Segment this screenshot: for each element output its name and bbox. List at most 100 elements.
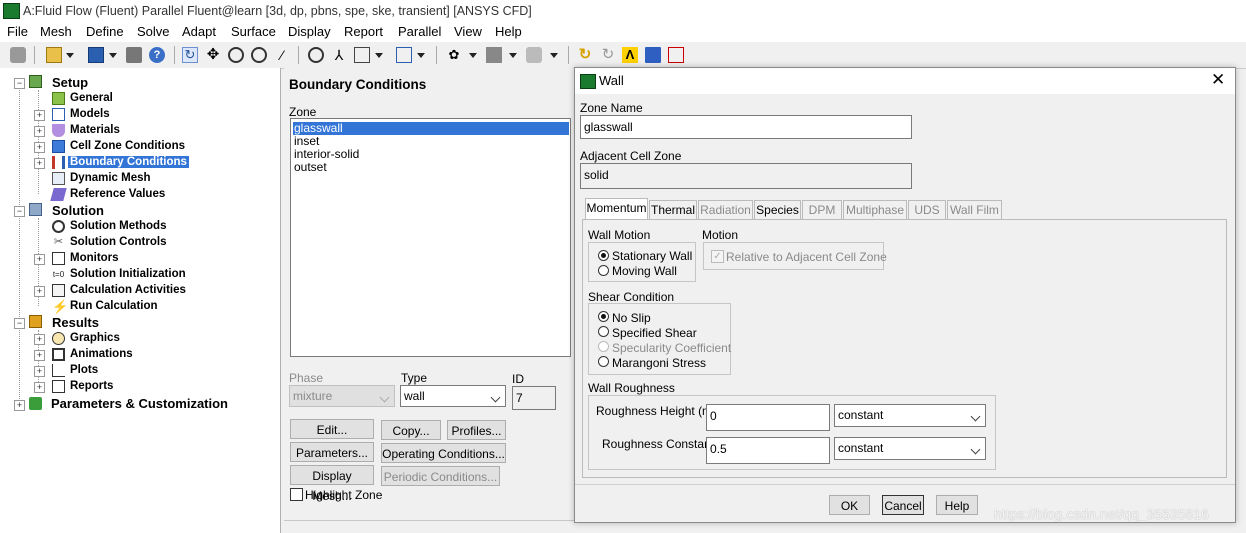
render-cube-icon[interactable] <box>526 47 542 63</box>
open-folder-icon[interactable] <box>46 47 62 63</box>
zoom-in-icon[interactable] <box>228 47 244 63</box>
tree-reference-values[interactable]: Reference Values <box>70 188 165 200</box>
menu-mesh[interactable]: Mesh <box>40 24 72 39</box>
menu-display[interactable]: Display <box>288 24 331 39</box>
lights-icon[interactable]: ✿ <box>446 47 462 63</box>
tree-materials[interactable]: Materials <box>70 124 120 136</box>
tree-calculation-activities[interactable]: Calculation Activities <box>70 284 186 296</box>
zoom-fit-icon[interactable] <box>308 47 324 63</box>
roughness-constant-input[interactable]: 0.5 <box>706 437 830 464</box>
edit-button[interactable]: Edit... <box>290 419 374 439</box>
ansys-logo-icon[interactable]: Λ <box>622 47 638 63</box>
layout-icon[interactable] <box>354 47 370 63</box>
menu-solve[interactable]: Solve <box>137 24 170 39</box>
zone-list-item[interactable]: outset <box>294 161 327 174</box>
operating-conditions-button[interactable]: Operating Conditions... <box>381 443 506 463</box>
expand-toggle[interactable]: + <box>14 400 25 411</box>
tree-plots[interactable]: Plots <box>70 364 98 376</box>
menu-define[interactable]: Define <box>86 24 124 39</box>
camera-icon[interactable] <box>126 47 142 63</box>
chevron-down-icon[interactable] <box>550 53 558 58</box>
tree-solution-methods[interactable]: Solution Methods <box>70 220 166 232</box>
rotate-icon[interactable]: ↻ <box>182 47 198 63</box>
help-button[interactable]: Help <box>936 495 978 515</box>
mesh-icon[interactable] <box>10 47 26 63</box>
expand-toggle[interactable]: + <box>34 254 45 265</box>
menu-file[interactable]: File <box>7 24 28 39</box>
close-icon[interactable]: ✕ <box>1211 70 1225 90</box>
chevron-down-icon[interactable] <box>509 53 517 58</box>
expand-toggle[interactable]: + <box>34 286 45 297</box>
type-select[interactable]: wall <box>400 385 506 407</box>
moving-wall-radio[interactable] <box>598 265 609 276</box>
tree-run-calculation[interactable]: Run Calculation <box>70 300 158 312</box>
expand-toggle[interactable]: + <box>34 142 45 153</box>
stationary-wall-radio[interactable] <box>598 250 609 261</box>
save-icon[interactable] <box>88 47 104 63</box>
menu-adapt[interactable]: Adapt <box>182 24 216 39</box>
expand-toggle[interactable]: + <box>34 350 45 361</box>
zone-list-item-selected[interactable]: glasswall <box>293 122 569 135</box>
tree-monitors[interactable]: Monitors <box>70 252 119 264</box>
marangoni-stress-radio[interactable] <box>598 356 609 367</box>
color-square-icon[interactable] <box>486 47 502 63</box>
menu-help[interactable]: Help <box>495 24 522 39</box>
chevron-down-icon[interactable] <box>66 53 74 58</box>
chevron-down-icon[interactable] <box>375 53 383 58</box>
parameters-button[interactable]: Parameters... <box>290 442 374 462</box>
tree-setup[interactable]: Setup <box>52 75 88 90</box>
menu-report[interactable]: Report <box>344 24 383 39</box>
probe-icon[interactable]: ⁄ <box>274 47 290 63</box>
zone-list[interactable]: glasswall inset interior-solid outset <box>290 118 571 357</box>
tree-parameters-customization[interactable]: Parameters & Customization <box>51 396 228 411</box>
zone-name-field[interactable]: glasswall <box>580 115 912 139</box>
menu-view[interactable]: View <box>454 24 482 39</box>
ok-button[interactable]: OK <box>829 495 870 515</box>
tree-boundary-conditions[interactable]: Boundary Conditions <box>68 156 189 168</box>
tree-cell-zone-conditions[interactable]: Cell Zone Conditions <box>70 140 185 152</box>
menu-surface[interactable]: Surface <box>231 24 276 39</box>
help-icon[interactable]: ? <box>149 47 165 63</box>
refresh-yellow-icon[interactable]: ↻ <box>577 47 593 63</box>
expand-toggle[interactable]: + <box>34 158 45 169</box>
tab-species[interactable]: Species <box>754 200 801 219</box>
transfer-icon[interactable] <box>645 47 661 63</box>
expand-toggle[interactable]: + <box>34 110 45 121</box>
results-collapse-toggle[interactable]: − <box>14 318 25 329</box>
tree-dynamic-mesh[interactable]: Dynamic Mesh <box>70 172 151 184</box>
menu-parallel[interactable]: Parallel <box>398 24 441 39</box>
expand-toggle[interactable]: + <box>34 382 45 393</box>
mode-icon[interactable] <box>668 47 684 63</box>
display-mesh-button[interactable]: Display Mesh... <box>290 465 374 503</box>
refresh-gray-icon[interactable]: ↻ <box>600 47 616 63</box>
solution-collapse-toggle[interactable]: − <box>14 206 25 217</box>
pan-icon[interactable]: ✥ <box>205 47 221 63</box>
profiles-button[interactable]: Profiles... <box>447 420 506 440</box>
chevron-down-icon[interactable] <box>417 53 425 58</box>
tree-models[interactable]: Models <box>70 108 110 120</box>
tree-solution-controls[interactable]: Solution Controls <box>70 236 166 248</box>
roughness-height-input[interactable]: 0 <box>706 404 830 431</box>
tree-reports[interactable]: Reports <box>70 380 113 392</box>
axes-icon[interactable]: ⅄ <box>331 47 347 63</box>
expand-toggle[interactable]: + <box>34 126 45 137</box>
chevron-down-icon[interactable] <box>469 53 477 58</box>
cancel-button[interactable]: Cancel <box>882 495 924 515</box>
tree-results[interactable]: Results <box>52 315 99 330</box>
specified-shear-radio[interactable] <box>598 326 609 337</box>
tree-general[interactable]: General <box>70 92 113 104</box>
tab-thermal[interactable]: Thermal <box>649 200 697 219</box>
no-slip-radio[interactable] <box>598 311 609 322</box>
copy-button[interactable]: Copy... <box>381 420 441 440</box>
chevron-down-icon[interactable] <box>109 53 117 58</box>
zoom-icon[interactable] <box>251 47 267 63</box>
tree-solution[interactable]: Solution <box>52 203 104 218</box>
expand-toggle[interactable]: + <box>34 334 45 345</box>
setup-collapse-toggle[interactable]: − <box>14 78 25 89</box>
tree-animations[interactable]: Animations <box>70 348 133 360</box>
tab-momentum[interactable]: Momentum <box>585 198 648 219</box>
view-box-icon[interactable] <box>396 47 412 63</box>
tree-solution-initialization[interactable]: Solution Initialization <box>70 268 186 280</box>
roughness-constant-method-select[interactable]: constant <box>834 437 986 460</box>
expand-toggle[interactable]: + <box>34 366 45 377</box>
